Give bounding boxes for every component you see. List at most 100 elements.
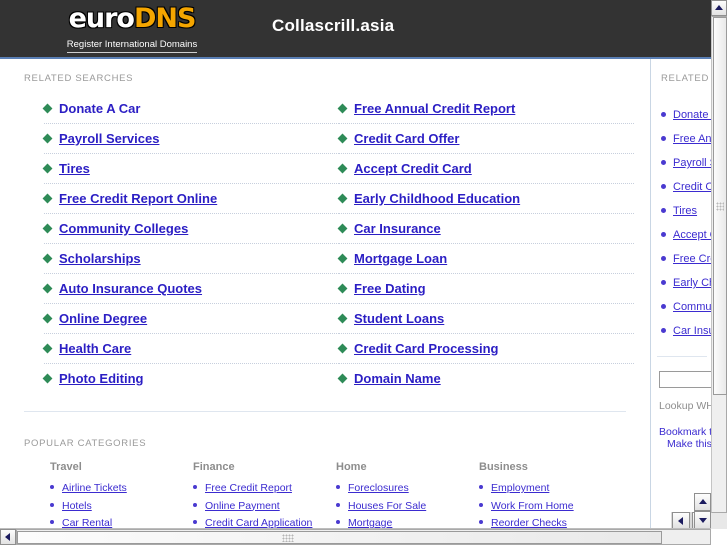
- related-search-row: Community Colleges Car Insurance: [42, 213, 634, 244]
- window-scroll-left-button[interactable]: [0, 529, 16, 545]
- related-search-link[interactable]: Mortgage Loan: [354, 251, 447, 266]
- inner-vertical-scrollbar[interactable]: [694, 493, 711, 529]
- window-vertical-scrollbar[interactable]: [711, 0, 727, 529]
- related-search-item[interactable]: Scholarships: [42, 251, 339, 266]
- sidebar-related-link[interactable]: Donate A Car: [673, 109, 711, 121]
- diamond-bullet-icon: [42, 283, 53, 294]
- list-item: Free Annual Credit Report: [661, 126, 711, 150]
- scroll-left-button[interactable]: [672, 512, 690, 529]
- window-scroll-up-button[interactable]: [711, 0, 727, 16]
- eurodns-logo[interactable]: euroDNS Register International Domains: [62, 4, 202, 53]
- sidebar-related-link[interactable]: Free Annual Credit Report: [673, 133, 711, 145]
- inner-scroll-down-button[interactable]: [694, 511, 711, 529]
- related-search-link[interactable]: Free Dating: [354, 281, 426, 296]
- diamond-bullet-icon: [337, 133, 348, 144]
- section-divider: [24, 411, 626, 412]
- sidebar-related-link[interactable]: Early Childhood Education: [673, 277, 711, 289]
- related-search-item[interactable]: Free Annual Credit Report: [337, 101, 634, 116]
- related-search-link[interactable]: Credit Card Offer: [354, 131, 459, 146]
- related-search-link[interactable]: Early Childhood Education: [354, 191, 520, 206]
- related-search-item[interactable]: Photo Editing: [42, 371, 339, 386]
- window-hscroll-track[interactable]: [16, 529, 711, 545]
- related-search-item[interactable]: Early Childhood Education: [337, 191, 634, 206]
- related-search-link[interactable]: Car Insurance: [354, 221, 441, 236]
- popular-category-link[interactable]: Foreclosures: [348, 482, 409, 494]
- related-search-link[interactable]: Student Loans: [354, 311, 444, 326]
- diamond-bullet-icon: [337, 253, 348, 264]
- popular-category-link[interactable]: Hotels: [62, 500, 92, 512]
- sidebar-search-box[interactable]: [659, 369, 711, 388]
- arrow-up-icon: [715, 5, 723, 10]
- sidebar-related-link[interactable]: Payroll Services: [673, 157, 711, 169]
- list-item: Donate A Car: [661, 102, 711, 126]
- sidebar-related-link[interactable]: Free Credit Report Online: [673, 253, 711, 265]
- related-search-item[interactable]: Car Insurance: [337, 221, 634, 236]
- related-search-cell: Online Degree: [42, 303, 339, 334]
- related-search-link[interactable]: Scholarships: [59, 251, 141, 266]
- related-search-link[interactable]: Domain Name: [354, 371, 441, 386]
- related-search-link[interactable]: Donate A Car: [59, 101, 140, 116]
- related-search-link[interactable]: Community Colleges: [59, 221, 188, 236]
- whois-search-input[interactable]: [659, 370, 711, 388]
- window-hscroll-thumb[interactable]: [17, 531, 662, 544]
- related-search-link[interactable]: Tires: [59, 161, 90, 176]
- related-search-item[interactable]: Mortgage Loan: [337, 251, 634, 266]
- related-search-item[interactable]: Accept Credit Card: [337, 161, 634, 176]
- list-item: Free Credit Report: [193, 479, 336, 497]
- related-search-link[interactable]: Accept Credit Card: [354, 161, 472, 176]
- sidebar-related-link[interactable]: Community Colleges: [673, 301, 711, 313]
- related-search-row: Health Care Credit Card Processing: [42, 333, 634, 364]
- arrow-left-icon: [678, 516, 683, 525]
- set-homepage-link[interactable]: Make this my homepage: [659, 438, 711, 450]
- related-search-row: Tires Accept Credit Card: [42, 153, 634, 184]
- window-vscroll-track[interactable]: [711, 16, 727, 513]
- related-search-item[interactable]: Auto Insurance Quotes: [42, 281, 339, 296]
- popular-category-link[interactable]: Airline Tickets: [62, 482, 127, 494]
- related-search-link[interactable]: Photo Editing: [59, 371, 143, 386]
- popular-category-link[interactable]: Online Payment: [205, 500, 280, 512]
- sidebar-related-link[interactable]: Credit Card Offer: [673, 181, 711, 193]
- diamond-bullet-icon: [337, 193, 348, 204]
- inner-scroll-up-button[interactable]: [694, 493, 711, 511]
- related-search-cell: Credit Card Processing: [337, 333, 634, 364]
- popular-category-list: Airline TicketsHotelsCar RentalFlightsSo…: [50, 479, 193, 529]
- related-search-item[interactable]: Community Colleges: [42, 221, 339, 236]
- sidebar-related-link[interactable]: Tires: [673, 205, 697, 217]
- related-search-item[interactable]: Health Care: [42, 341, 339, 356]
- related-search-cell: Early Childhood Education: [337, 183, 634, 214]
- related-search-item[interactable]: Free Credit Report Online: [42, 191, 339, 206]
- diamond-bullet-icon: [337, 223, 348, 234]
- related-search-link[interactable]: Free Annual Credit Report: [354, 101, 515, 116]
- sidebar-related-link[interactable]: Accept Credit Card: [673, 229, 711, 241]
- related-search-item[interactable]: Donate A Car: [42, 101, 339, 116]
- popular-category-link[interactable]: Free Credit Report: [205, 482, 292, 494]
- related-search-item[interactable]: Free Dating: [337, 281, 634, 296]
- related-search-link[interactable]: Free Credit Report Online: [59, 191, 217, 206]
- related-search-row: Photo Editing Domain Name: [42, 364, 634, 394]
- window-horizontal-scrollbar[interactable]: [0, 528, 711, 545]
- popular-categories-grid: TravelAirline TicketsHotelsCar RentalFli…: [50, 461, 650, 529]
- related-searches-table: Donate A Car Free Annual Credit Report Pay…: [42, 94, 634, 394]
- sidebar-related-link[interactable]: Car Insurance: [673, 325, 711, 337]
- related-search-cell: Free Credit Report Online: [42, 183, 339, 214]
- related-search-item[interactable]: Payroll Services: [42, 131, 339, 146]
- page-title: Collascrill.asia: [272, 16, 395, 35]
- related-search-item[interactable]: Student Loans: [337, 311, 634, 326]
- related-search-link[interactable]: Payroll Services: [59, 131, 159, 146]
- related-search-row: Auto Insurance Quotes Free Dating: [42, 273, 634, 304]
- bookmark-page-link[interactable]: Bookmark this page: [659, 426, 711, 438]
- related-search-link[interactable]: Credit Card Processing: [354, 341, 499, 356]
- related-search-item[interactable]: Tires: [42, 161, 339, 176]
- related-search-link[interactable]: Health Care: [59, 341, 131, 356]
- related-search-item[interactable]: Credit Card Offer: [337, 131, 634, 146]
- related-search-item[interactable]: Credit Card Processing: [337, 341, 634, 356]
- related-search-cell: Free Dating: [337, 273, 634, 304]
- list-item: Work From Home: [479, 497, 622, 515]
- popular-category-link[interactable]: Work From Home: [491, 500, 574, 512]
- popular-category-link[interactable]: Houses For Sale: [348, 500, 426, 512]
- related-search-link[interactable]: Auto Insurance Quotes: [59, 281, 202, 296]
- related-search-item[interactable]: Online Degree: [42, 311, 339, 326]
- related-search-item[interactable]: Domain Name: [337, 371, 634, 386]
- related-search-link[interactable]: Online Degree: [59, 311, 147, 326]
- popular-category-link[interactable]: Employment: [491, 482, 549, 494]
